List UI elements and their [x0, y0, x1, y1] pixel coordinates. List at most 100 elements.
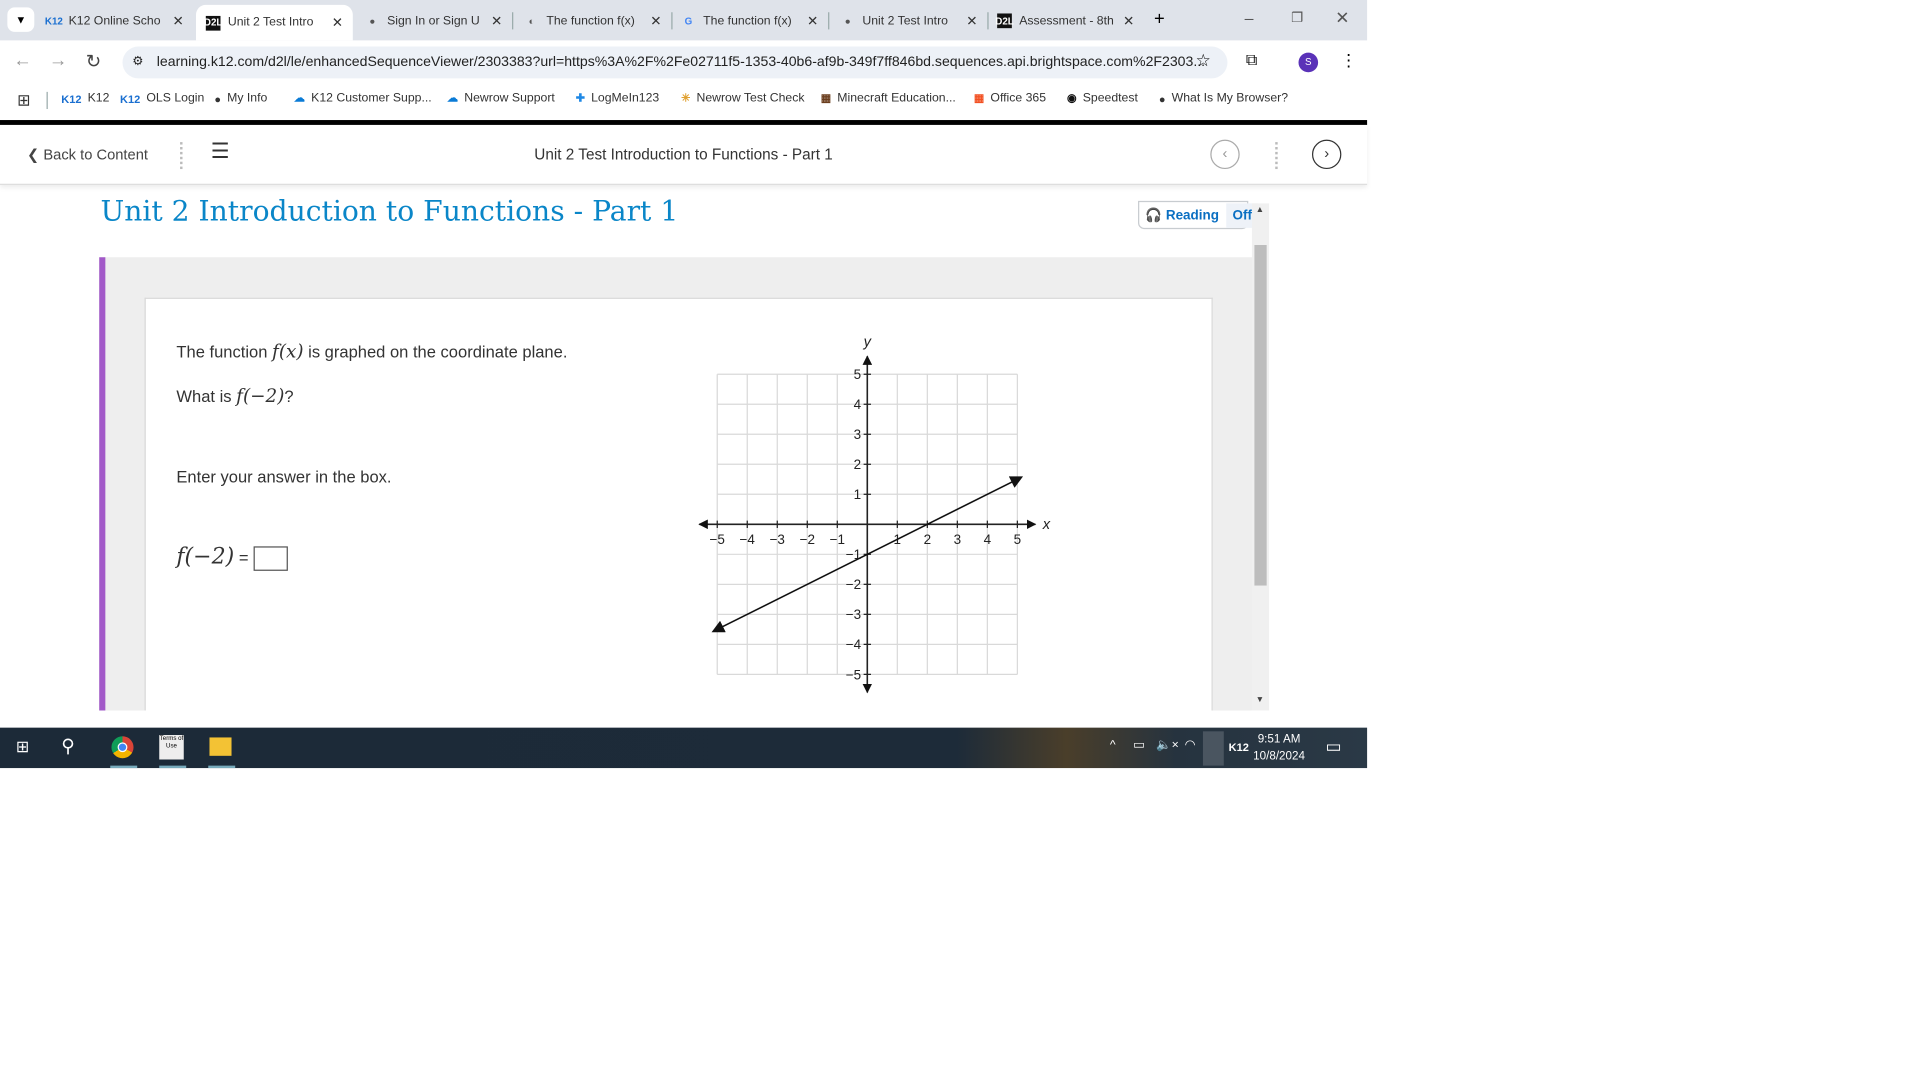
- scroll-up-icon[interactable]: ▲: [1256, 206, 1264, 215]
- K12-icon: K12: [61, 92, 82, 105]
- tab[interactable]: ● Unit 2 Test Intro ✕: [831, 6, 988, 35]
- tab[interactable]: ◐ The function f(x) ✕: [515, 6, 672, 35]
- back-icon[interactable]: ←: [13, 50, 31, 71]
- tab[interactable]: D2L Unit 2 Test Intro ✕: [196, 4, 353, 41]
- k12-tray-icon[interactable]: K12: [1229, 741, 1249, 753]
- bookmark-item[interactable]: K12 OLS Login: [120, 92, 204, 105]
- page-title: Unit 2 Introduction to Functions - Part …: [100, 196, 679, 228]
- extensions-icon[interactable]: ⧉: [1246, 50, 1257, 70]
- g-icon: G: [684, 15, 693, 27]
- cloud-icon: ☁: [447, 91, 459, 105]
- bookmark-item[interactable]: ▦ Office 365: [974, 92, 1046, 105]
- globe-icon: ●: [844, 15, 851, 27]
- minimize-button[interactable]: –: [1245, 9, 1254, 27]
- y-tick-label: −4: [846, 637, 862, 652]
- clock[interactable]: 9:51 AM 10/8/2024: [1253, 731, 1305, 765]
- globe-icon: ●: [1158, 92, 1166, 105]
- show-hidden-icons[interactable]: ^: [1110, 739, 1116, 752]
- y-tick-label: −5: [846, 667, 861, 682]
- x-tick-label: −4: [740, 532, 756, 547]
- wifi-icon[interactable]: ◠: [1185, 739, 1196, 752]
- previous-button[interactable]: ‹: [1210, 139, 1240, 170]
- d2l-icon: D2L: [203, 15, 223, 31]
- close-window-button[interactable]: ✕: [1335, 7, 1349, 28]
- scroll-thumb[interactable]: [1254, 245, 1267, 586]
- y-tick-label: 5: [854, 367, 861, 382]
- close-tab-icon[interactable]: ✕: [650, 13, 661, 29]
- close-tab-icon[interactable]: ✕: [807, 13, 818, 29]
- site-info-icon[interactable]: ⚙: [132, 47, 143, 79]
- question-line-1: The function f(x) is graphed on the coor…: [176, 340, 568, 363]
- windows-icon: ▦: [973, 91, 985, 105]
- next-button[interactable]: ›: [1311, 139, 1342, 170]
- globe-icon: ●: [214, 92, 222, 105]
- d2l-icon: D2L: [995, 13, 1014, 29]
- terms-of-use-icon[interactable]: Terms of Use: [159, 735, 184, 760]
- volume-muted-icon[interactable]: 🔈×: [1156, 739, 1178, 752]
- x-tick-label: −5: [710, 532, 725, 547]
- close-tab-icon[interactable]: ✕: [1123, 13, 1134, 29]
- bookmark-item[interactable]: ● What Is My Browser?: [1159, 92, 1288, 105]
- search-icon[interactable]: ⚲: [61, 735, 74, 757]
- battery-icon[interactable]: ▭: [1133, 739, 1145, 752]
- content-header: ❮ Back to Content ☰ Unit 2 Test Introduc…: [0, 124, 1368, 185]
- apps-icon[interactable]: ⊞: [17, 91, 30, 111]
- question-card: The function f(x) is graphed on the coor…: [144, 297, 1213, 711]
- tab-search-button[interactable]: ▼: [7, 7, 35, 32]
- coordinate-graph: −5−4−3−2−11234554321−1−2−3−4−5xy: [698, 334, 1051, 694]
- tab[interactable]: G The function f(x) ✕: [671, 6, 828, 35]
- bookmark-item[interactable]: ☁ Newrow Support: [447, 92, 555, 105]
- y-tick-label: 4: [854, 397, 862, 412]
- y-tick-label: 1: [854, 487, 861, 502]
- close-tab-icon[interactable]: ✕: [966, 13, 977, 29]
- loading-icon: ◐: [528, 15, 535, 27]
- active-indicator: [110, 765, 138, 769]
- x-tick-label: 3: [954, 532, 962, 547]
- minecraft-icon: ▦: [820, 91, 832, 105]
- K12-icon: K12: [120, 92, 141, 105]
- screen: ▼ K12 K12 Online Scho ✕ D2L Unit 2 Test Intr…: [0, 0, 1368, 769]
- y-tick-label: 3: [854, 427, 861, 442]
- x-tick-label: 5: [1014, 532, 1022, 547]
- file-explorer-icon[interactable]: [209, 737, 232, 756]
- divider: [1275, 142, 1278, 170]
- x-tick-label: 4: [984, 532, 992, 547]
- profile-avatar[interactable]: S: [1298, 52, 1319, 73]
- scroll-down-icon[interactable]: ▼: [1256, 696, 1264, 705]
- y-tick-label: −2: [846, 577, 861, 592]
- k12-icon: K12: [44, 15, 63, 27]
- bookmark-item[interactable]: ✚ LogMeIn123: [576, 92, 659, 105]
- x-tick-label: 2: [924, 532, 932, 547]
- chrome-icon[interactable]: [111, 736, 134, 759]
- tab[interactable]: K12 K12 Online Scho ✕: [37, 6, 194, 35]
- forward-icon[interactable]: →: [49, 50, 67, 71]
- new-tab-button[interactable]: +: [1154, 9, 1165, 30]
- bookmark-item[interactable]: ☁ K12 Customer Supp...: [294, 92, 432, 105]
- restore-button[interactable]: ❐: [1291, 10, 1303, 26]
- taskbar: ⊞ ⚲ Terms of Use ^ ▭ 🔈× ◠ K12 9:51 AM 10/…: [0, 727, 1368, 769]
- scrollbar[interactable]: ▲ ▼: [1251, 203, 1270, 711]
- bookmark-item[interactable]: ● My Info: [214, 92, 267, 105]
- close-tab-icon[interactable]: ✕: [491, 13, 502, 29]
- close-tab-icon[interactable]: ✕: [332, 15, 343, 31]
- tray-app-icon[interactable]: [1202, 731, 1224, 766]
- reading-toggle[interactable]: 🎧 Reading Off: [1138, 200, 1259, 230]
- reload-icon[interactable]: ↻: [86, 50, 101, 72]
- start-button[interactable]: ⊞: [16, 737, 29, 757]
- cloud-icon: ☁: [294, 91, 306, 105]
- x-tick-label: −1: [830, 532, 845, 547]
- bookmark-item[interactable]: ✳ Newrow Test Check: [681, 92, 804, 105]
- headphones-icon: 🎧: [1145, 208, 1163, 223]
- bookmark-item[interactable]: ◉ Speedtest: [1067, 92, 1138, 105]
- y-axis-label: y: [863, 334, 873, 350]
- url-input[interactable]: ⚙ learning.k12.com/d2l/le/enhancedSequenc…: [122, 46, 1228, 79]
- close-tab-icon[interactable]: ✕: [172, 13, 183, 29]
- bookmark-star-icon[interactable]: ☆: [1196, 50, 1211, 71]
- tab[interactable]: D2L Assessment - 8th ✕: [987, 6, 1144, 35]
- answer-input[interactable]: [253, 546, 288, 572]
- bookmark-item[interactable]: ▦ Minecraft Education...: [821, 92, 956, 105]
- tab[interactable]: ● Sign In or Sign U ✕: [355, 6, 512, 35]
- bookmark-item[interactable]: K12 K12: [61, 92, 109, 105]
- notifications-icon[interactable]: ▭: [1325, 736, 1341, 757]
- menu-icon[interactable]: ⋮: [1340, 50, 1357, 71]
